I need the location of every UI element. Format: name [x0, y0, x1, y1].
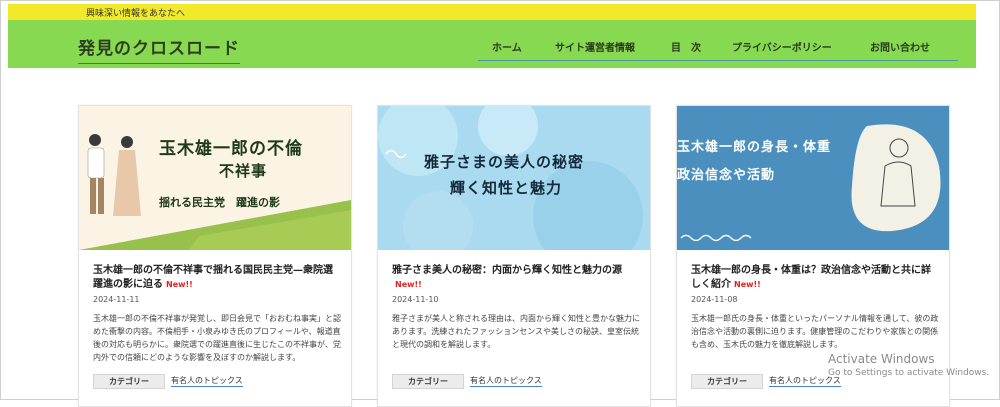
category-badge[interactable]: カテゴリー: [392, 374, 464, 389]
category-badge[interactable]: カテゴリー: [691, 374, 763, 389]
new-badge: New!!: [166, 280, 193, 289]
article-title[interactable]: 玉木雄一郎の身長・体重は？政治信念や活動と共に詳しく紹介 New!!: [691, 264, 937, 292]
site-title[interactable]: 発見のクロスロード: [78, 34, 240, 64]
tag-link[interactable]: 有名人のトピックス: [470, 375, 542, 387]
thumbnail-title-line1: 玉木雄一郎の不倫: [159, 139, 303, 159]
watermark-subtitle: Go to Settings to activate Windows.: [828, 368, 990, 378]
article-title[interactable]: 玉木雄一郎の不倫不祥事で揺れる国民民主党—衆院選躍進の影に迫る New!!: [93, 264, 339, 292]
nav-contact[interactable]: お問い合わせ: [870, 39, 930, 54]
thumbnail-title-line2: 不祥事: [219, 162, 268, 180]
top-bar: 興味深い情報をあなたへ: [8, 4, 976, 20]
thumbnail-title-line2: 政治信念や活動: [677, 168, 776, 183]
category-badge[interactable]: カテゴリー: [93, 374, 165, 389]
new-badge: New!!: [734, 280, 761, 289]
site-header: 発見のクロスロード ホーム サイト運営者情報 目 次 プライバシーポリシー お問…: [8, 20, 976, 68]
thumbnail-title-line1: 雅子さまの美人の秘密: [424, 153, 585, 171]
activate-windows-watermark: Activate Windows Go to Settings to activ…: [828, 352, 989, 378]
thumbnail-illustration: [79, 106, 351, 250]
article-title-text[interactable]: 玉木雄一郎の不倫不祥事で揺れる国民民主党—衆院選躍進の影に迫る: [93, 265, 333, 290]
thumbnail-subtitle: 揺れる民主党 躍進の影: [159, 196, 280, 209]
article-excerpt: 玉木雄一郎氏の身長・体重といったパーソナル情報を通して、彼の政治信念や活動の裏側…: [691, 314, 939, 349]
nav-contents[interactable]: 目 次: [671, 39, 701, 54]
nav-underline: [478, 60, 958, 61]
new-badge: New!!: [395, 280, 422, 289]
watermark-title: Activate Windows: [828, 352, 935, 366]
article-thumbnail[interactable]: 雅子さまの美人の秘密 輝く知性と魅力: [378, 106, 650, 250]
nav-site-operator[interactable]: サイト運営者情報: [555, 39, 635, 54]
article-thumbnail[interactable]: 玉木雄一郎の不倫 不祥事 揺れる民主党 躍進の影: [79, 106, 351, 250]
article-date: 2024-11-08: [691, 295, 738, 304]
site-tagline: 興味深い情報をあなたへ: [86, 9, 186, 19]
article-title-text[interactable]: 雅子さま美人の秘密：内面から輝く知性と魅力の源: [392, 265, 622, 276]
nav-home[interactable]: ホーム: [492, 39, 522, 54]
article-title[interactable]: 雅子さま美人の秘密：内面から輝く知性と魅力の源 New!!: [392, 264, 638, 292]
article-card[interactable]: 玉木雄一郎の不倫 不祥事 揺れる民主党 躍進の影 玉木雄一郎の不倫不祥事で揺れる…: [78, 105, 352, 407]
article-excerpt: 雅子さまが美人と称される理由は、内面から輝く知性と豊かな魅力にあります。洗練され…: [392, 314, 640, 349]
nav-privacy-policy[interactable]: プライバシーポリシー: [732, 39, 832, 54]
article-card[interactable]: 雅子さまの美人の秘密 輝く知性と魅力 雅子さま美人の秘密：内面から輝く知性と魅力…: [377, 105, 651, 407]
article-title-text[interactable]: 玉木雄一郎の身長・体重は？政治信念や活動と共に詳しく紹介: [691, 265, 931, 290]
thumbnail-title-line1: 玉木雄一郎の身長・体重: [677, 140, 832, 155]
article-thumbnail[interactable]: 玉木雄一郎の身長・体重 政治信念や活動: [677, 106, 949, 250]
article-date: 2024-11-10: [392, 295, 439, 304]
article-excerpt: 玉木雄一郎の不倫不祥事が発覚し、即日会見で「おおむね事実」と認めた衝撃の内容。不…: [93, 314, 341, 362]
article-date: 2024-11-11: [93, 295, 140, 304]
tag-link[interactable]: 有名人のトピックス: [171, 375, 243, 387]
thumbnail-title-line2: 輝く知性と魅力: [450, 179, 563, 197]
main-nav: ホーム サイト運営者情報 目 次 プライバシーポリシー お問い合わせ: [478, 20, 958, 68]
